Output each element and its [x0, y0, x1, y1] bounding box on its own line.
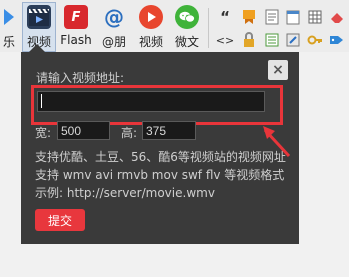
- video-url-label: 请输入视频地址:: [36, 71, 125, 85]
- file-icon[interactable]: [263, 8, 281, 26]
- toolbar-play-video-label: 视频: [138, 35, 163, 49]
- height-label: 高:: [121, 126, 138, 140]
- popup-pointer: [29, 44, 45, 52]
- eraser-icon[interactable]: [328, 8, 346, 26]
- lock-icon[interactable]: [240, 31, 258, 49]
- list-icon[interactable]: [263, 31, 281, 49]
- toolbar-mention-button[interactable]: @ @朋: [99, 5, 129, 51]
- width-input[interactable]: [57, 121, 110, 140]
- text-caret: [41, 94, 42, 108]
- toolbar-wechat-label: 微文: [174, 35, 199, 49]
- toolbar-wechat-button[interactable]: 微文: [172, 5, 202, 51]
- quote-icon[interactable]: “: [216, 8, 234, 26]
- table-icon[interactable]: [306, 8, 324, 26]
- supported-sites-text: 支持优酷、土豆、56、酷6等视频站的视频网址: [35, 150, 286, 164]
- toolbar-music-label: 乐: [2, 35, 15, 49]
- tag-icon[interactable]: [328, 31, 346, 49]
- close-icon: ×: [272, 62, 284, 78]
- video-clapper-icon: [27, 5, 51, 29]
- toolbar-flash-button[interactable]: F Flash: [59, 5, 93, 51]
- wechat-icon: [175, 5, 199, 29]
- play-video-icon: [139, 5, 163, 29]
- code-brackets-icon[interactable]: <>: [216, 31, 234, 49]
- close-button[interactable]: ×: [268, 60, 288, 80]
- flash-icon: F: [64, 5, 88, 29]
- ribbon-icon[interactable]: [240, 8, 258, 26]
- example-url-text: 示例: http://server/movie.wmv: [35, 186, 215, 200]
- supported-formats-text: 支持 wmv avi rmvb mov swf flv 等视频格式: [35, 168, 285, 182]
- toolbar-flash-label: Flash: [60, 33, 92, 47]
- annotation-arrow-icon: [263, 126, 291, 158]
- toolbar-mention-label: @朋: [101, 35, 126, 49]
- music-icon: [2, 5, 16, 29]
- editor-toolbar: 乐 视频 F Flash @ @朋 视频 微文 “ <>: [0, 0, 349, 52]
- width-label: 宽:: [35, 126, 52, 140]
- pencil-icon[interactable]: [284, 31, 302, 49]
- at-mention-icon: @: [104, 5, 124, 29]
- toolbar-music-button[interactable]: 乐: [0, 5, 20, 51]
- key-icon[interactable]: [306, 31, 324, 49]
- submit-button[interactable]: 提交: [35, 209, 85, 231]
- toolbar-play-video-button[interactable]: 视频: [134, 5, 168, 51]
- calendar-icon[interactable]: [284, 8, 302, 26]
- height-input[interactable]: [142, 121, 196, 140]
- video-url-input[interactable]: [37, 91, 265, 112]
- toolbar-separator: [208, 8, 209, 48]
